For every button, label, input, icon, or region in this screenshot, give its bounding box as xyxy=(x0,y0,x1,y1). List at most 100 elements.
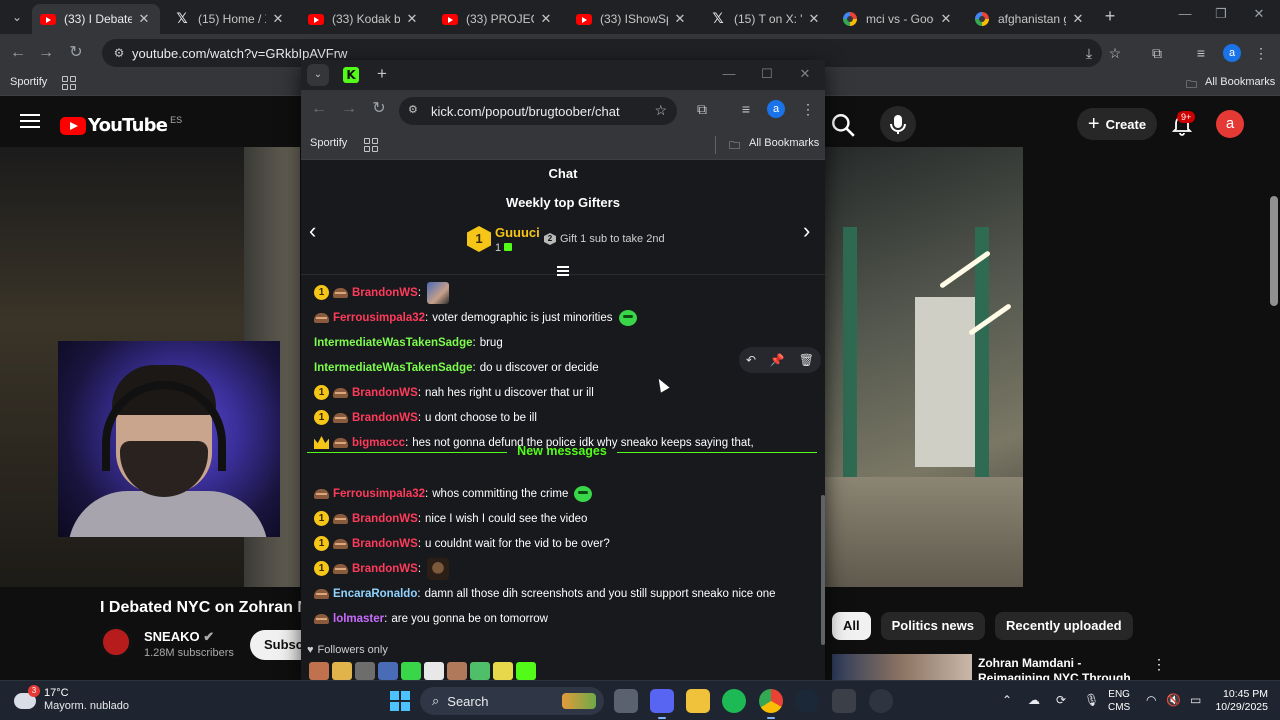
channel-name[interactable]: SNEAKO ✔ xyxy=(144,629,214,645)
chrome-icon[interactable] xyxy=(759,689,783,719)
chat-username[interactable]: BrandonWS xyxy=(352,387,418,399)
taskbar-search[interactable]: ⌕ Search xyxy=(420,687,604,715)
bookmark-star-icon[interactable]: ☆ xyxy=(1104,42,1126,64)
site-info-icon[interactable]: ⚙ xyxy=(110,44,128,62)
chip-recently-uploaded[interactable]: Recently uploaded xyxy=(995,612,1133,640)
app-icon-generic[interactable] xyxy=(832,689,856,713)
tab-close-icon[interactable]: ✕ xyxy=(270,11,286,27)
tab-close-icon[interactable]: ✕ xyxy=(1070,11,1086,27)
chat-username[interactable]: BrandonWS xyxy=(352,563,418,575)
chat-message[interactable]: lolmaster: are you gonna be on tomorrow xyxy=(314,606,548,631)
volume-muted-icon[interactable]: 🔇 xyxy=(1166,693,1181,707)
emote-3[interactable] xyxy=(355,662,375,680)
emote-4[interactable] xyxy=(378,662,398,680)
top-gifter-name[interactable]: Guuuci xyxy=(495,225,540,240)
pin-icon[interactable]: 📌 xyxy=(770,353,785,367)
channel-avatar[interactable] xyxy=(100,626,132,658)
all-bookmarks[interactable]: All Bookmarks xyxy=(1205,76,1275,88)
chat-message[interactable]: 1 BrandonWS: nah hes right u discover that… xyxy=(314,380,594,405)
popup-site-info-icon[interactable]: ⚙ xyxy=(408,103,418,116)
popup-profile-avatar[interactable]: a xyxy=(767,100,785,118)
green-emote-icon[interactable] xyxy=(574,485,593,502)
back-button[interactable]: ← xyxy=(6,42,30,64)
face-emote-icon[interactable] xyxy=(427,557,450,580)
chat-message[interactable]: IntermediateWasTakenSadge: do u discover … xyxy=(314,355,599,380)
youtube-logo[interactable]: YouTube ES xyxy=(60,115,182,136)
emote-8[interactable] xyxy=(470,662,490,680)
chip-all[interactable]: All xyxy=(832,612,871,640)
recommended-more-icon[interactable]: ⋮ xyxy=(1152,656,1166,673)
voice-search-button[interactable] xyxy=(880,106,916,142)
tab-close-icon[interactable]: ✕ xyxy=(404,11,420,27)
chat-message[interactable]: Ferrousimpala32: whos committing the crim… xyxy=(314,481,593,506)
tab-search-menu-icon[interactable]: ⌄ xyxy=(6,6,28,28)
gifters-next-arrow-icon[interactable]: › xyxy=(803,218,810,244)
install-app-icon[interactable]: ⤓ xyxy=(1078,42,1100,64)
chat-username[interactable]: BrandonWS xyxy=(352,287,418,299)
popup-extensions-icon[interactable]: ⧉ xyxy=(691,98,713,120)
close-window-icon[interactable]: ✕ xyxy=(1244,6,1274,22)
address-url[interactable]: youtube.com/watch?v=GRkbIpAVFrw xyxy=(132,46,347,61)
popup-apps-grid-icon[interactable] xyxy=(364,138,378,152)
tab-close-icon[interactable]: ✕ xyxy=(136,11,152,27)
chat-username[interactable]: bigmaccc xyxy=(352,437,405,449)
tab-close-icon[interactable]: ✕ xyxy=(938,11,954,27)
popup-maximize-icon[interactable]: ☐ xyxy=(757,66,777,82)
reload-button[interactable]: ↻ xyxy=(64,42,88,64)
video-player-right[interactable] xyxy=(825,147,1023,587)
chat-username[interactable]: lolmaster xyxy=(333,613,384,625)
chat-message[interactable]: EncaraRonaldo: damn all those dih screens… xyxy=(314,581,776,606)
chat-username[interactable]: Ferrousimpala32 xyxy=(333,312,425,324)
browser-tab[interactable]: 𝕏 (15) Home / X ✕ xyxy=(166,4,294,34)
maximize-icon[interactable]: ❐ xyxy=(1206,6,1236,22)
apps-grid-icon[interactable] xyxy=(62,76,76,90)
task-view-icon[interactable] xyxy=(614,689,638,713)
new-tab-button[interactable]: + xyxy=(1100,6,1120,28)
chat-message[interactable]: 1 BrandonWS: u couldnt wait for the vid to… xyxy=(314,531,610,556)
spotify-icon[interactable] xyxy=(722,689,746,713)
browser-tab[interactable]: mci vs - Google ✕ xyxy=(834,4,962,34)
chat-message[interactable]: bigmaccc: hes not gonna defund the police… xyxy=(314,430,754,455)
emote-2[interactable] xyxy=(332,662,352,680)
collapse-pinned-icon[interactable] xyxy=(557,266,569,278)
emote-10[interactable] xyxy=(516,662,536,680)
chat-username[interactable]: EncaraRonaldo xyxy=(333,588,417,600)
popup-close-icon[interactable]: ✕ xyxy=(795,66,815,82)
video-player-left[interactable] xyxy=(0,147,300,587)
microphone-tray-icon[interactable]: 🎙 xyxy=(1084,693,1099,707)
chat-message[interactable]: 1 BrandonWS: nice I wish I could see the v… xyxy=(314,506,587,531)
popup-tab-menu-icon[interactable]: ⌄ xyxy=(307,64,329,86)
more-menu-icon[interactable]: ⋮ xyxy=(1250,42,1272,64)
weather-widget[interactable]: 3 17°C Mayorm. nublado xyxy=(14,685,129,713)
profile-avatar[interactable]: a xyxy=(1223,44,1241,62)
battery-icon[interactable]: ▭ xyxy=(1190,693,1201,707)
minimize-icon[interactable]: — xyxy=(1170,6,1200,21)
kick-icon[interactable]: K xyxy=(343,67,359,83)
windows-start-icon[interactable] xyxy=(390,691,410,711)
forward-button[interactable]: → xyxy=(34,42,58,64)
browser-tab[interactable]: (33) Kodak black ✕ xyxy=(300,4,428,34)
picture-emote-icon[interactable] xyxy=(427,281,450,304)
popup-back-button[interactable]: ← xyxy=(307,98,331,120)
tray-overflow-icon[interactable]: ⌃ xyxy=(1002,693,1012,707)
popup-more-menu-icon[interactable]: ⋮ xyxy=(797,98,819,120)
popup-media-control-icon[interactable]: ≡ xyxy=(735,98,757,120)
recommended-video-thumbnail[interactable] xyxy=(832,654,972,680)
browser-tab[interactable]: afghanistan gov ✕ xyxy=(966,4,1094,34)
popup-reload-button[interactable]: ↻ xyxy=(367,98,391,120)
browser-tab[interactable]: 𝕏 (15) T on X: "OM ✕ xyxy=(702,4,830,34)
chat-username[interactable]: BrandonWS xyxy=(352,538,418,550)
tab-close-icon[interactable]: ✕ xyxy=(806,11,822,27)
account-avatar[interactable]: a xyxy=(1216,110,1244,138)
discord-icon[interactable] xyxy=(650,689,674,719)
emote-6[interactable] xyxy=(424,662,444,680)
popup-new-tab-button[interactable]: + xyxy=(377,64,387,84)
page-scrollbar[interactable] xyxy=(1270,196,1278,306)
recommended-video-title[interactable]: Zohran Mamdani - Reimagining NYC Through… xyxy=(978,656,1148,680)
file-explorer-icon[interactable] xyxy=(686,689,710,713)
onedrive-icon[interactable]: ☁ xyxy=(1028,693,1040,707)
popup-forward-button[interactable]: → xyxy=(337,98,361,120)
undo-icon[interactable]: ↶ xyxy=(746,353,756,367)
popup-bookmark-sportify[interactable]: Sportify xyxy=(310,137,347,149)
emote-1[interactable] xyxy=(309,662,329,680)
